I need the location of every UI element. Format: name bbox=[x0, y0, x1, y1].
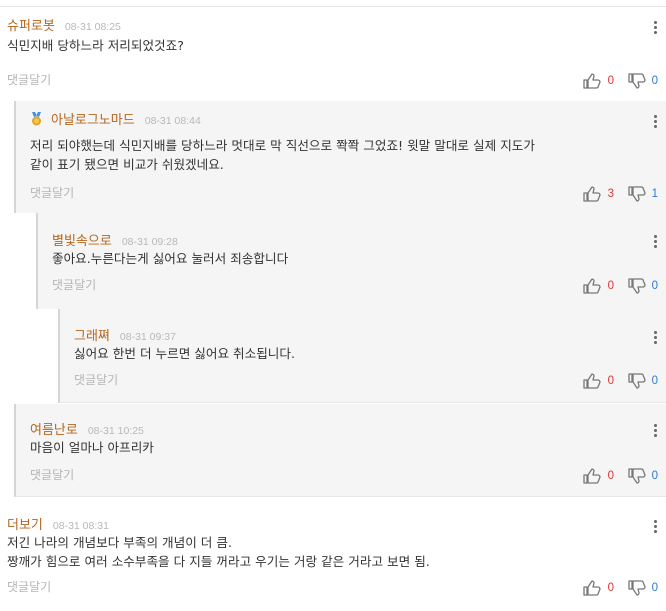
comment-body: 저긴 나라의 개념보다 부족의 개념이 더 큼. 짱깨가 힘으로 여러 소수부족… bbox=[7, 534, 430, 571]
thumbs-up-icon[interactable] bbox=[582, 373, 601, 389]
comment-item: 슈퍼로봇 08-31 08:25 식민지배 당하느라 저리되었것죠? 댓글달기 … bbox=[0, 7, 666, 100]
thumbs-up-icon[interactable] bbox=[582, 73, 601, 89]
reply-button[interactable]: 댓글달기 bbox=[7, 578, 51, 595]
thumbs-down-icon[interactable] bbox=[627, 186, 646, 202]
comment-body: 좋아요.누른다는게 싫어요 눌러서 죄송합니다 bbox=[52, 250, 288, 269]
upvote-count: 0 bbox=[607, 75, 614, 87]
more-options-icon[interactable] bbox=[654, 424, 658, 438]
thumbs-down-icon[interactable] bbox=[627, 468, 646, 484]
downvote-count: 0 bbox=[651, 582, 658, 594]
comment-header: 그래쪄 08-31 09:37 bbox=[74, 325, 176, 344]
comment-line: 저긴 나라의 개념보다 부족의 개념이 더 큼. bbox=[7, 535, 232, 550]
comment-item: 별빛속으로 08-31 09:28 좋아요.누른다는게 싫어요 눌러서 죄송합니… bbox=[36, 213, 666, 309]
more-options-icon[interactable] bbox=[654, 115, 658, 129]
comment-line: 짱깨가 힘으로 여러 소수부족을 다 지들 꺼라고 우기는 거랑 같은 거라고 … bbox=[7, 553, 430, 569]
comment-body: 싫어요 한번 더 누르면 싫어요 취소됩니다. bbox=[74, 345, 295, 364]
more-options-icon[interactable] bbox=[654, 235, 658, 249]
comment-line: 좋아요.누른다는게 싫어요 눌러서 죄송합니다 bbox=[52, 251, 289, 266]
more-options-icon[interactable] bbox=[654, 331, 658, 345]
comment-author[interactable]: 별빛속으로 bbox=[52, 230, 112, 249]
downvote-count: 0 bbox=[651, 75, 658, 87]
comment-time: 08-31 08:31 bbox=[52, 520, 109, 532]
medal-icon bbox=[30, 111, 43, 126]
comment-line: 싫어요 한번 더 누르면 싫어요 취소됩니다. bbox=[74, 346, 295, 361]
reply-button[interactable]: 댓글달기 bbox=[74, 371, 118, 388]
downvote-count: 1 bbox=[651, 188, 658, 200]
comment-author[interactable]: 그래쪄 bbox=[74, 325, 110, 344]
vote-bar: 0 0 bbox=[582, 73, 658, 89]
comment-author[interactable]: 여름난로 bbox=[30, 419, 78, 438]
comment-author[interactable]: 슈퍼로봇 bbox=[7, 15, 55, 34]
comment-header: 아날로그노마드 08-31 08:44 bbox=[30, 109, 201, 128]
vote-bar: 0 0 bbox=[582, 278, 658, 294]
vote-bar: 3 1 bbox=[582, 186, 658, 202]
more-options-icon[interactable] bbox=[654, 520, 658, 534]
thumbs-up-icon[interactable] bbox=[582, 468, 601, 484]
upvote-count: 0 bbox=[607, 470, 614, 482]
comment-time: 08-31 09:28 bbox=[121, 236, 178, 248]
comment-header: 더보기 08-31 08:31 bbox=[7, 514, 109, 533]
comment-line: 같이 표기 됐으면 비교가 쉬웠겠네요. bbox=[30, 156, 224, 172]
comment-body: 식민지배 당하느라 저리되었것죠? bbox=[7, 37, 184, 56]
thumbs-down-icon[interactable] bbox=[627, 73, 646, 89]
comment-line: 마음이 얼마나 아프리카 bbox=[30, 440, 154, 455]
downvote-count: 0 bbox=[651, 280, 658, 292]
thumbs-down-icon[interactable] bbox=[627, 580, 646, 596]
comment-body: 마음이 얼마나 아프리카 bbox=[30, 439, 154, 458]
upvote-count: 3 bbox=[607, 188, 614, 200]
comment-time: 08-31 08:25 bbox=[64, 21, 121, 33]
upvote-count: 0 bbox=[607, 280, 614, 292]
thumbs-up-icon[interactable] bbox=[582, 186, 601, 202]
downvote-count: 0 bbox=[651, 470, 658, 482]
reply-button[interactable]: 댓글달기 bbox=[30, 184, 74, 201]
vote-bar: 0 0 bbox=[582, 373, 658, 389]
comment-item: 아날로그노마드 08-31 08:44 저리 되야했는데 식민지배를 당하느라 … bbox=[14, 101, 666, 213]
comment-time: 08-31 10:25 bbox=[87, 425, 144, 437]
comment-line: 식민지배 당하느라 저리되었것죠? bbox=[7, 38, 184, 53]
upvote-count: 0 bbox=[607, 375, 614, 387]
comment-header: 별빛속으로 08-31 09:28 bbox=[52, 230, 178, 249]
comment-author[interactable]: 아날로그노마드 bbox=[51, 109, 135, 128]
comment-body: 저리 되야했는데 식민지배를 당하느라 멋대로 막 직선으로 쫙쫙 그었죠! 윗… bbox=[30, 137, 535, 174]
comment-header: 여름난로 08-31 10:25 bbox=[30, 419, 144, 438]
thumbs-down-icon[interactable] bbox=[627, 373, 646, 389]
thumbs-down-icon[interactable] bbox=[627, 278, 646, 294]
comment-time: 08-31 08:44 bbox=[144, 115, 201, 127]
thumbs-up-icon[interactable] bbox=[582, 278, 601, 294]
reply-button[interactable]: 댓글달기 bbox=[30, 466, 74, 483]
comment-author[interactable]: 더보기 bbox=[7, 514, 43, 533]
downvote-count: 0 bbox=[651, 375, 658, 387]
comment-time: 08-31 09:37 bbox=[119, 331, 176, 343]
comment-item: 그래쪄 08-31 09:37 싫어요 한번 더 누르면 싫어요 취소됩니다. … bbox=[58, 309, 666, 403]
reply-button[interactable]: 댓글달기 bbox=[7, 71, 51, 88]
comment-item: 여름난로 08-31 10:25 마음이 얼마나 아프리카 댓글달기 0 0 bbox=[14, 404, 666, 497]
vote-bar: 0 0 bbox=[582, 580, 658, 596]
comment-header: 슈퍼로봇 08-31 08:25 bbox=[7, 15, 121, 34]
reply-button[interactable]: 댓글달기 bbox=[52, 276, 96, 293]
upvote-count: 0 bbox=[607, 582, 614, 594]
thumbs-up-icon[interactable] bbox=[582, 580, 601, 596]
comment-item: 더보기 08-31 08:31 저긴 나라의 개념보다 부족의 개념이 더 큼.… bbox=[0, 498, 666, 611]
comment-line: 저리 되야했는데 식민지배를 당하느라 멋대로 막 직선으로 쫙쫙 그었죠! 윗… bbox=[30, 138, 535, 153]
vote-bar: 0 0 bbox=[582, 468, 658, 484]
more-options-icon[interactable] bbox=[654, 21, 658, 35]
